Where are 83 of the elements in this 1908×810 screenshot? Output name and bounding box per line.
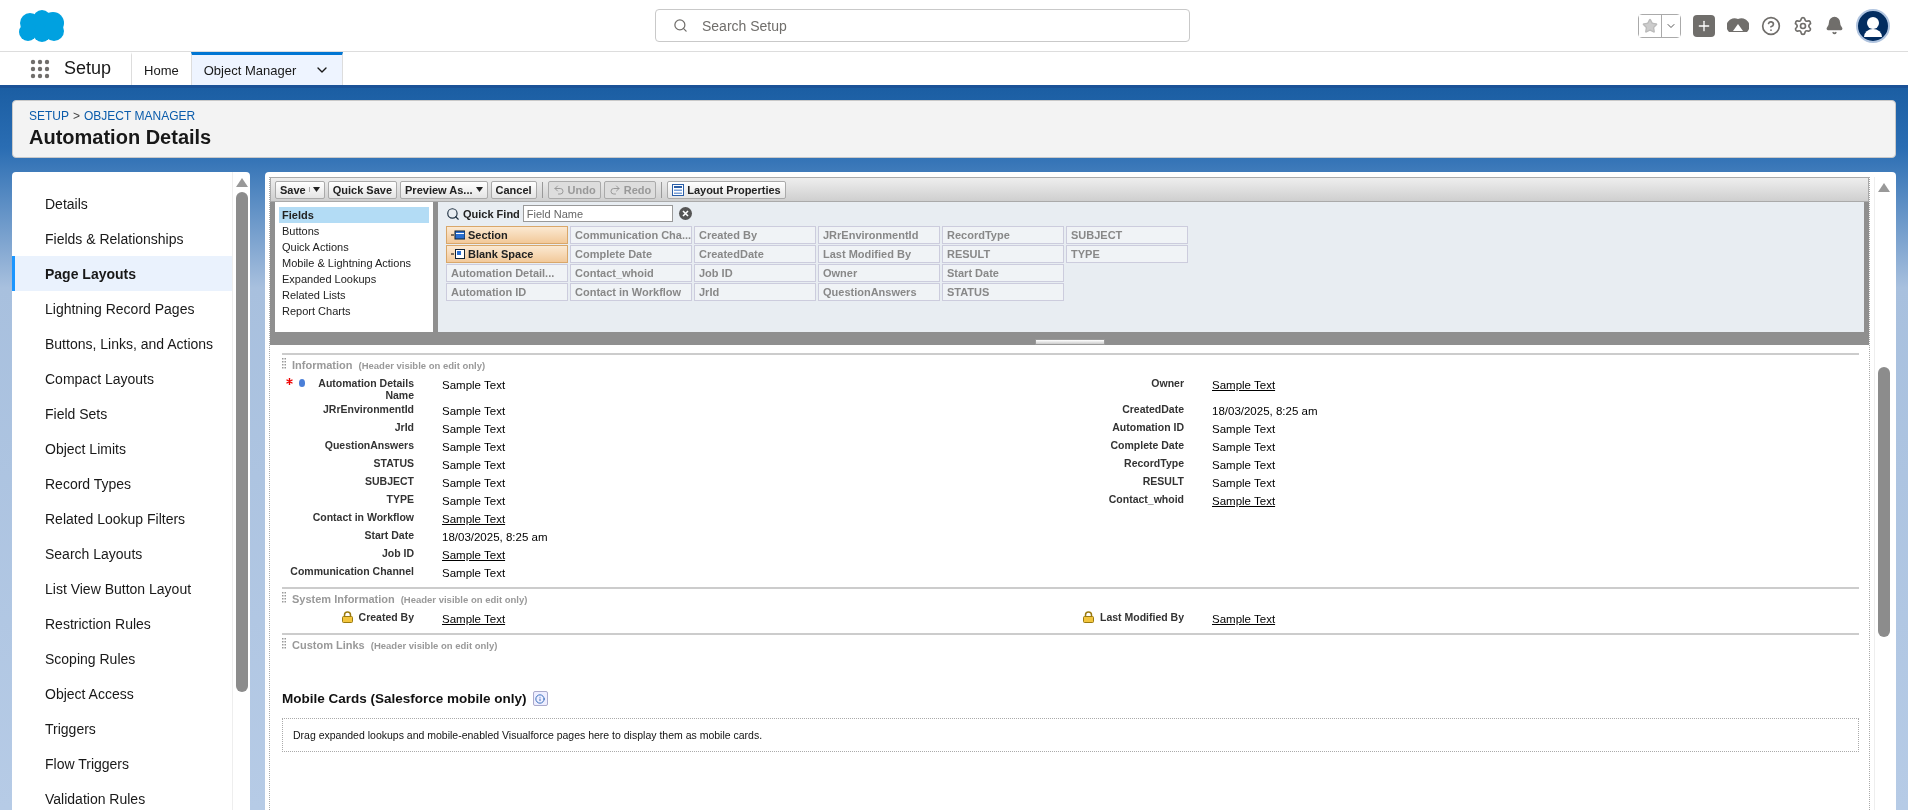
field-label: CreatedDate — [1122, 403, 1184, 415]
sidebar-item[interactable]: Validation Rules — [12, 781, 232, 810]
field-label: Contact_whoid — [1108, 493, 1184, 505]
quick-find-field[interactable]: Field Name — [522, 205, 673, 222]
section-title: Custom Links — [292, 639, 365, 651]
field-label: RESULT — [1142, 475, 1184, 487]
quick-find-label: Quick Find — [463, 207, 520, 220]
breadcrumb-separator: > — [73, 109, 81, 123]
field-label: Job ID — [381, 547, 414, 559]
sidebar-item[interactable]: Triggers — [12, 711, 232, 746]
toolbar-button[interactable]: Layout Properties — [667, 180, 786, 199]
category-item[interactable]: Fields — [279, 207, 429, 223]
sidebar-item[interactable]: Object Access — [12, 676, 232, 711]
field-label: Owner — [1151, 377, 1184, 389]
field-label: QuestionAnswers — [324, 439, 414, 451]
sidebar-item[interactable]: Buttons, Links, and Actions — [12, 326, 232, 361]
toolbar-button[interactable]: Cancel — [490, 180, 537, 199]
field-value: Sample Text — [441, 422, 506, 435]
sidebar-item[interactable]: Field Sets — [12, 396, 232, 431]
category-item[interactable]: Expanded Lookups — [279, 271, 429, 287]
field-label: Created By — [358, 611, 414, 623]
field-value: Sample Text — [1211, 476, 1276, 489]
field-label: Automation Details Name — [317, 377, 414, 401]
section-note: (Header visible on edit only) — [358, 360, 486, 371]
breadcrumb-link[interactable]: SETUP — [29, 109, 69, 123]
app-name: Setup — [64, 57, 112, 80]
palette-item[interactable]: Blank Space — [446, 245, 568, 263]
section-note: (Header visible on edit only) — [400, 594, 528, 605]
sidebar-item[interactable]: List View Button Layout — [12, 571, 232, 606]
field-label: JRrEnvironmentId — [323, 403, 414, 415]
section-title: Information — [292, 359, 353, 371]
field-label: Last Modified By — [1100, 611, 1184, 623]
field-value: 18/03/2025, 8:25 am — [441, 530, 548, 543]
sidebar-item[interactable]: Related Lookup Filters — [12, 501, 232, 536]
field-value: 18/03/2025, 8:25 am — [1211, 404, 1318, 417]
section-title: System Information — [292, 593, 395, 605]
field-label: Complete Date — [1110, 439, 1184, 451]
page-title: Automation Details — [29, 126, 213, 149]
field-value: Sample Text — [441, 494, 506, 507]
field-label: Communication Channel — [290, 565, 414, 577]
field-value: Sample Text — [1211, 440, 1276, 453]
field-value: Sample Text — [1211, 458, 1276, 471]
sidebar-item[interactable]: Object Limits — [12, 431, 232, 466]
category-item[interactable]: Related Lists — [279, 287, 429, 303]
field-value: Sample Text — [441, 378, 506, 391]
toolbar-button[interactable]: Quick Save — [327, 180, 398, 199]
nav-tab[interactable]: Object Manager — [190, 52, 344, 85]
field-label: JrId — [394, 421, 414, 433]
sidebar-item[interactable]: Flow Triggers — [12, 746, 232, 781]
field-label: STATUS — [373, 457, 414, 469]
field-value: Sample Text — [441, 404, 506, 417]
toolbar-button[interactable]: Preview As... — [400, 180, 488, 199]
sidebar-item[interactable]: Record Types — [12, 466, 232, 501]
category-item[interactable]: Report Charts — [279, 303, 429, 319]
sidebar-item[interactable]: Scoping Rules — [12, 641, 232, 676]
field-value: Sample Text — [441, 476, 506, 489]
field-value: Sample Text — [441, 440, 506, 453]
breadcrumb-link[interactable]: OBJECT MANAGER — [84, 109, 196, 123]
sidebar-item[interactable]: Page Layouts — [12, 256, 232, 291]
sidebar-item[interactable]: Compact Layouts — [12, 361, 232, 396]
search-field[interactable]: Search Setup — [655, 9, 1190, 42]
palette-item[interactable]: Section — [446, 226, 568, 244]
category-item[interactable]: Buttons — [279, 223, 429, 239]
category-item[interactable]: Mobile & Lightning Actions — [279, 255, 429, 271]
field-value: Sample Text — [441, 566, 506, 579]
field-label: Automation ID — [1112, 421, 1184, 433]
category-item[interactable]: Quick Actions — [279, 239, 429, 255]
sidebar-item[interactable]: Details — [12, 186, 232, 221]
field-label: Contact in Workflow — [312, 511, 414, 523]
sidebar-item[interactable]: Fields & Relationships — [12, 221, 232, 256]
field-label: RecordType — [1124, 457, 1184, 469]
mobile-cards-heading: Mobile Cards (Salesforce mobile only) — [282, 691, 527, 706]
field-value: Sample Text — [441, 458, 506, 471]
field-label: Start Date — [364, 529, 414, 541]
sidebar-item[interactable]: Search Layouts — [12, 536, 232, 571]
sidebar-item[interactable]: Restriction Rules — [12, 606, 232, 641]
field-value: Sample Text — [1211, 422, 1276, 435]
section-note: (Header visible on edit only) — [370, 640, 498, 651]
toolbar-button[interactable]: Save — [275, 180, 325, 199]
field-label: TYPE — [386, 493, 414, 505]
field-label: SUBJECT — [365, 475, 414, 487]
sidebar-item[interactable]: Lightning Record Pages — [12, 291, 232, 326]
mobile-cards-dropzone: Drag expanded lookups and mobile-enabled Visualforce pages here to display them as mobile cards. — [282, 718, 1859, 752]
